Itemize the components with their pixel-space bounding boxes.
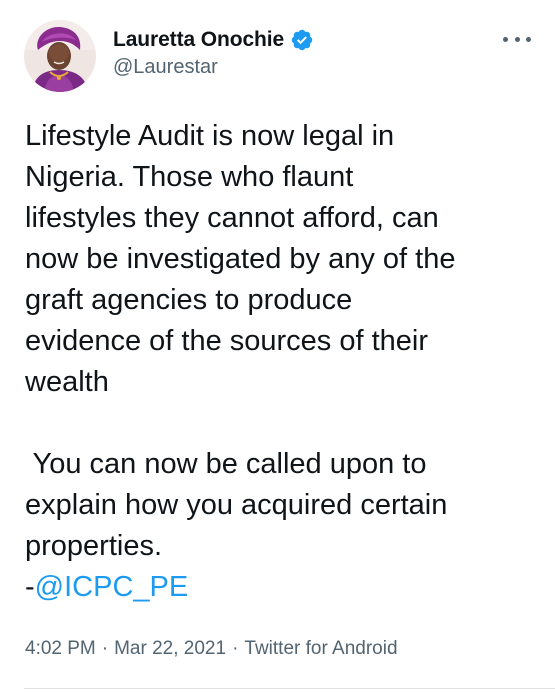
meta-separator: · — [232, 638, 239, 659]
author-handle[interactable]: @Laurestar — [113, 56, 218, 79]
tweet-line: lifestyles they cannot afford, can — [25, 202, 439, 234]
verified-badge-icon — [290, 28, 314, 52]
more-dot — [503, 36, 508, 42]
avatar[interactable] — [24, 20, 96, 92]
tweet-line: Nigeria. Those who flaunt — [25, 161, 354, 193]
mention-link[interactable]: @ICPC_PE — [35, 571, 189, 603]
tweet-date[interactable]: Mar 22, 2021 — [114, 638, 226, 659]
tweet-mention-line: -@ICPC_PE — [25, 567, 545, 608]
tweet-line: graft agencies to produce — [25, 284, 353, 316]
tweet-line: You can now be called upon to — [25, 448, 427, 480]
tweet-source[interactable]: Twitter for Android — [244, 638, 397, 659]
tweet-meta: 4:02 PM · Mar 22, 2021 · Twitter for Android — [25, 638, 398, 660]
tweet-line: evidence of the sources of their — [25, 325, 429, 357]
mention-prefix: - — [25, 571, 35, 603]
tweet-line: now be investigated by any of the — [25, 243, 456, 275]
meta-separator: · — [101, 638, 109, 659]
author-display-name[interactable]: Lauretta Onochie — [113, 28, 284, 52]
tweet-line: Lifestyle Audit is now legal in — [25, 120, 395, 152]
more-dot — [514, 36, 520, 42]
tweet-line: properties. — [25, 530, 163, 562]
avatar-photo — [24, 20, 96, 92]
author-name-row[interactable]: Lauretta Onochie — [113, 26, 314, 54]
tweet-line: explain how you acquired certain — [25, 489, 448, 521]
tweet-card: Lauretta Onochie @Laurestar Lifestyle Au… — [0, 0, 555, 693]
tweet-text: Lifestyle Audit is now legal in Nigeria.… — [25, 116, 545, 608]
more-horizontal-icon[interactable] — [503, 33, 531, 45]
tweet-time[interactable]: 4:02 PM — [25, 638, 96, 659]
tweet-line: wealth — [25, 366, 109, 398]
divider — [24, 688, 555, 689]
tweet-line-blank — [25, 403, 545, 444]
more-dot — [526, 36, 531, 42]
